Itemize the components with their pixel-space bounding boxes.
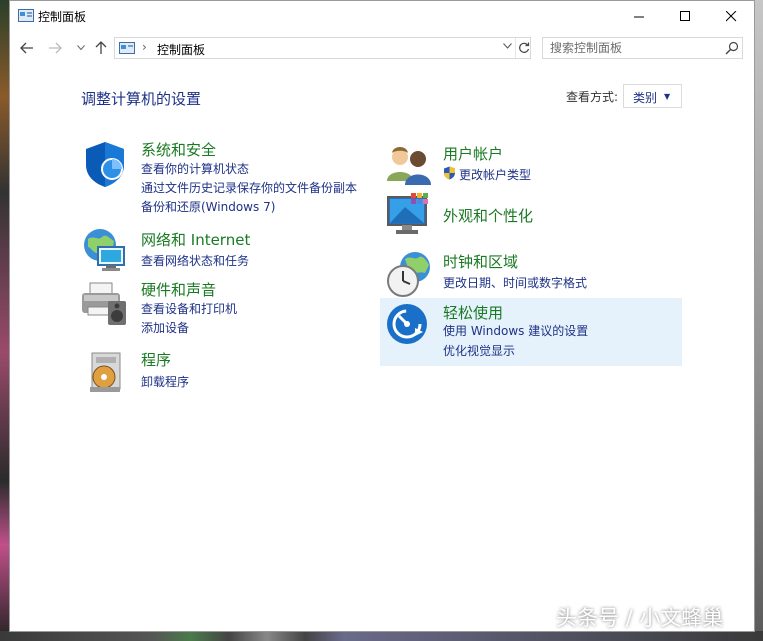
window-title: 控制面板 bbox=[38, 10, 87, 24]
refresh-icon bbox=[519, 42, 530, 53]
link-backup-restore[interactable]: 备份和还原(Windows 7) bbox=[141, 198, 275, 215]
link-change-account-type[interactable]: 更改帐户类型 bbox=[459, 166, 531, 183]
address-dropdown[interactable] bbox=[503, 41, 512, 52]
close-button[interactable] bbox=[708, 1, 754, 32]
category-title-appearance[interactable]: 外观和个性化 bbox=[443, 205, 533, 226]
up-button[interactable] bbox=[92, 39, 110, 57]
close-icon bbox=[725, 11, 736, 22]
arrow-right-icon bbox=[49, 42, 62, 54]
category-title-programs[interactable]: 程序 bbox=[141, 349, 171, 370]
desktop-background-left bbox=[0, 0, 9, 641]
view-by-value: 类别 bbox=[633, 91, 658, 105]
breadcrumb-control-panel[interactable]: 控制面板 bbox=[157, 41, 205, 58]
control-panel-icon bbox=[119, 42, 135, 54]
control-panel-content: 调整计算机的设置 查看方式: 类别 ▼ 系统和安全 查看你的计算机状态 通过文件… bbox=[10, 65, 754, 631]
taskbar-strip bbox=[0, 631, 763, 641]
link-add-device[interactable]: 添加设备 bbox=[141, 319, 189, 336]
back-button[interactable] bbox=[18, 39, 36, 57]
category-title-system-security[interactable]: 系统和安全 bbox=[141, 139, 216, 160]
control-panel-window: 控制面板 › 控制面板 搜索控制面板 调整计算机的设置 查看方式: 类别 ▼ 系… bbox=[9, 0, 755, 632]
category-title-ease-of-access[interactable]: 轻松使用 bbox=[443, 302, 503, 323]
minimize-icon bbox=[633, 16, 644, 18]
arrow-up-icon bbox=[95, 41, 107, 54]
control-panel-icon bbox=[18, 9, 34, 22]
link-uninstall-program[interactable]: 卸载程序 bbox=[141, 373, 189, 390]
monitor-palette-icon[interactable] bbox=[385, 191, 435, 241]
category-title-network-internet[interactable]: 网络和 Internet bbox=[141, 229, 250, 250]
category-title-user-accounts[interactable]: 用户帐户 bbox=[443, 143, 503, 164]
page-title: 调整计算机的设置 bbox=[81, 90, 202, 108]
address-bar[interactable]: › 控制面板 bbox=[114, 37, 531, 59]
link-optimize-visual-display[interactable]: 优化视觉显示 bbox=[443, 342, 515, 359]
network-globe-icon[interactable] bbox=[80, 225, 130, 275]
chevron-down-icon bbox=[77, 45, 85, 51]
refresh-button[interactable] bbox=[515, 38, 532, 58]
address-row: › 控制面板 bbox=[10, 32, 754, 65]
uac-shield-icon bbox=[444, 166, 455, 180]
clock-globe-icon[interactable] bbox=[385, 249, 435, 299]
link-change-date-time-format[interactable]: 更改日期、时间或数字格式 bbox=[443, 274, 587, 291]
category-title-clock-region[interactable]: 时钟和区域 bbox=[443, 251, 518, 272]
forward-button[interactable] bbox=[46, 39, 64, 57]
minimize-button[interactable] bbox=[616, 1, 662, 32]
link-file-history[interactable]: 通过文件历史记录保存你的文件备份副本 bbox=[141, 179, 357, 196]
maximize-icon bbox=[679, 11, 690, 21]
chevron-down-icon bbox=[503, 43, 512, 49]
category-title-hardware-sound[interactable]: 硬件和声音 bbox=[141, 279, 216, 300]
users-icon[interactable] bbox=[385, 141, 435, 191]
search-input[interactable] bbox=[550, 41, 720, 55]
desktop-background-right bbox=[755, 0, 763, 641]
search-icon[interactable] bbox=[725, 41, 739, 55]
search-box[interactable] bbox=[542, 37, 743, 59]
maximize-button[interactable] bbox=[662, 1, 708, 32]
link-network-status[interactable]: 查看网络状态和任务 bbox=[141, 252, 249, 269]
ease-of-access-icon[interactable] bbox=[385, 302, 435, 352]
recent-locations-button[interactable] bbox=[72, 39, 90, 57]
dropdown-arrow-icon: ▼ bbox=[664, 92, 671, 101]
breadcrumb-separator[interactable]: › bbox=[142, 40, 147, 54]
title-bar[interactable]: 控制面板 bbox=[10, 1, 754, 32]
watermark-text: 头条号 / 小文蜂巢 bbox=[556, 606, 724, 630]
link-recommended-settings[interactable]: 使用 Windows 建议的设置 bbox=[443, 322, 588, 339]
link-devices-printers[interactable]: 查看设备和打印机 bbox=[141, 300, 237, 317]
printer-speaker-icon[interactable] bbox=[80, 277, 130, 327]
view-by-label: 查看方式: bbox=[566, 90, 619, 104]
link-view-computer-status[interactable]: 查看你的计算机状态 bbox=[141, 160, 249, 177]
shield-icon[interactable] bbox=[80, 139, 130, 189]
arrow-left-icon bbox=[20, 42, 33, 54]
view-by-dropdown[interactable]: 类别 ▼ bbox=[623, 84, 682, 108]
programs-disc-icon[interactable] bbox=[80, 347, 130, 397]
